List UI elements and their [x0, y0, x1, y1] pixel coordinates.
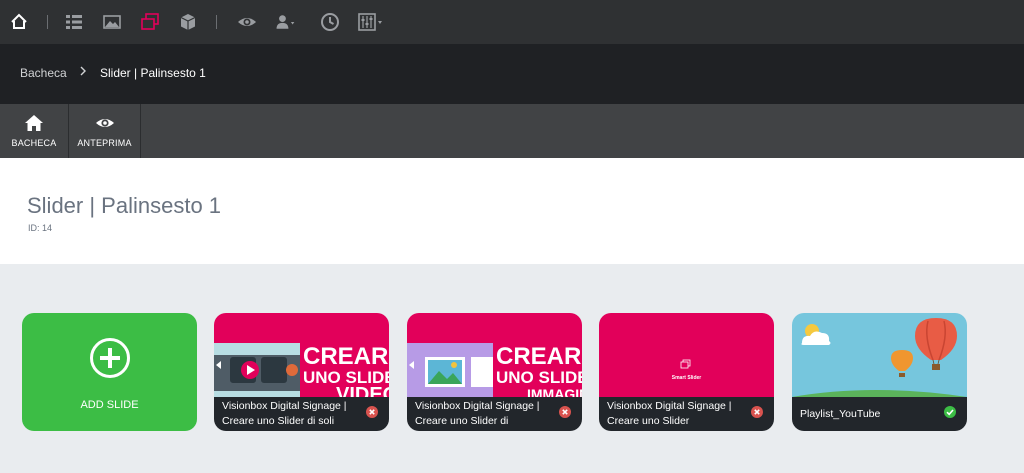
slide-card[interactable]: CREARE UNO SLIDER IMMAGINI Visionbox Dig… — [407, 313, 582, 431]
slide-thumbnail: CREARE UNO SLIDER VIDEO — [214, 313, 389, 397]
slides-icon[interactable] — [139, 11, 161, 33]
error-icon — [751, 406, 763, 418]
slide-card[interactable]: Smart Slider Visionbox Digital Signage |… — [599, 313, 774, 431]
slide-card[interactable]: CREARE UNO SLIDER VIDEO Visionbox Digita… — [214, 313, 389, 431]
home-icon[interactable] — [8, 11, 30, 33]
chevron-right-icon — [80, 66, 86, 76]
clock-icon[interactable] — [319, 11, 341, 33]
anteprima-button[interactable]: ANTEPRIMA — [69, 104, 141, 158]
image-icon[interactable] — [101, 11, 123, 33]
eye-icon[interactable] — [236, 11, 258, 33]
toolbar-divider — [216, 15, 217, 29]
slide-caption-bar: Visionbox Digital Signage | Creare uno S… — [214, 397, 389, 431]
slide-caption-text: Visionbox Digital Signage | Creare uno S… — [415, 400, 540, 427]
error-icon — [559, 406, 571, 418]
thumb-text-1: Smart Slider — [672, 375, 702, 381]
slide-thumbnail — [792, 313, 967, 397]
thumb-text-1: CREARE — [303, 343, 389, 370]
box-icon[interactable] — [177, 11, 199, 33]
slide-caption: Visionbox Digital Signage | Creare uno S… — [415, 399, 553, 429]
slide-card[interactable]: Playlist_YouTube — [792, 313, 967, 431]
bacheca-label: BACHECA — [11, 138, 57, 148]
thumb-text-3: IMMAGINI — [527, 386, 582, 397]
slide-caption-bar: Visionbox Digital Signage | Creare uno S… — [407, 397, 582, 431]
slide-caption-text: Visionbox Digital Signage | Creare uno S… — [607, 400, 732, 427]
page-header: Slider | Palinsesto 1 ID: 14 — [0, 158, 1024, 264]
list-icon[interactable] — [63, 11, 85, 33]
home-icon — [25, 115, 43, 131]
top-toolbar — [0, 0, 1024, 44]
slide-caption: Playlist_YouTube — [800, 408, 881, 420]
page-title: Slider | Palinsesto 1 — [27, 193, 222, 218]
add-slide-label: ADD SLIDE — [80, 399, 139, 411]
toolbar-divider — [47, 15, 48, 29]
slide-thumbnail: Smart Slider — [599, 313, 774, 397]
thumb-text-2: UNO SLIDER — [496, 368, 582, 387]
slide-caption-text: Visionbox Digital Signage | Creare uno S… — [222, 400, 347, 427]
action-bar: BACHECA ANTEPRIMA — [0, 104, 1024, 158]
eye-icon — [95, 119, 114, 127]
add-slide-button[interactable]: ADD SLIDE — [22, 313, 197, 431]
breadcrumb: Bacheca Slider | Palinsesto 1 — [0, 44, 1024, 104]
check-icon — [944, 406, 956, 418]
slide-caption-bar: Playlist_YouTube — [792, 397, 967, 431]
bacheca-button[interactable]: BACHECA — [0, 104, 69, 158]
users-icon[interactable] — [274, 11, 296, 33]
error-icon — [366, 406, 378, 418]
slide-thumbnail: CREARE UNO SLIDER IMMAGINI — [407, 313, 582, 397]
slide-caption: Visionbox Digital Signage | Creare uno S… — [222, 399, 360, 429]
equalizer-icon[interactable] — [357, 11, 385, 33]
page-id: ID: 14 — [28, 223, 53, 233]
slide-caption: Visionbox Digital Signage | Creare uno S… — [607, 399, 745, 429]
thumb-text-1: CREARE — [496, 343, 582, 370]
breadcrumb-current: Slider | Palinsesto 1 — [100, 66, 206, 80]
thumb-text-3: VIDEO — [336, 384, 389, 397]
anteprima-label: ANTEPRIMA — [77, 138, 132, 148]
plus-circle-icon — [90, 338, 130, 378]
breadcrumb-home-link[interactable]: Bacheca — [20, 66, 67, 80]
slide-caption-bar: Visionbox Digital Signage | Creare uno S… — [599, 397, 774, 431]
